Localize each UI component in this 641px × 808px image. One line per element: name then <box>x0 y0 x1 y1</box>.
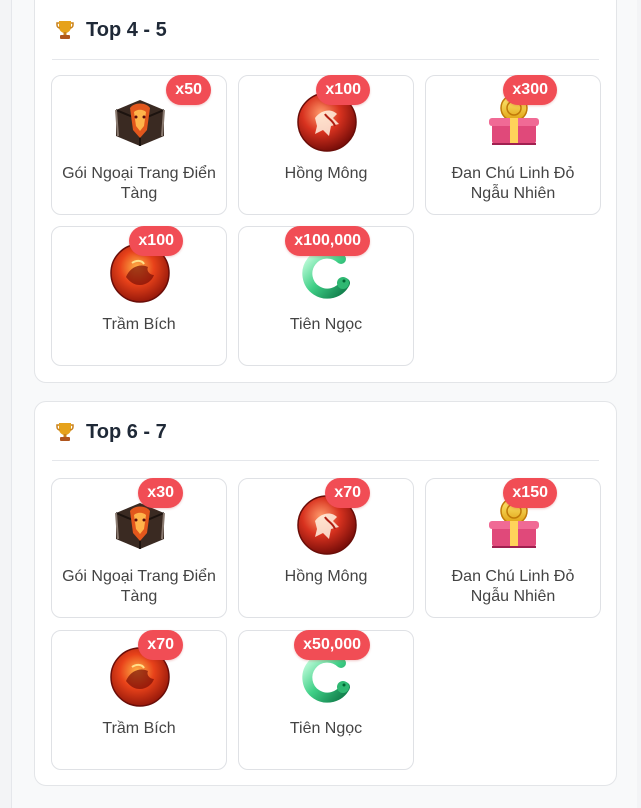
reward-card[interactable]: Trầm Bích x100 <box>51 226 227 366</box>
reward-card[interactable]: Đan Chú Linh Đỏ Ngẫu Nhiên x300 <box>425 75 601 215</box>
reward-card[interactable]: Hồng Mông x100 <box>238 75 414 215</box>
quantity-badge: x30 <box>138 478 183 508</box>
section-header: Top 6 - 7 <box>52 402 599 461</box>
trophy-icon <box>56 423 74 441</box>
reward-card[interactable]: Trầm Bích x70 <box>51 630 227 770</box>
item-name: Đan Chú Linh Đỏ Ngẫu Nhiên <box>451 165 575 202</box>
quantity-badge: x50,000 <box>294 630 370 660</box>
item-name: Gói Ngoại Trang Điển Tàng <box>62 568 216 605</box>
quantity-badge: x150 <box>503 478 557 508</box>
reward-card[interactable]: Hồng Mông x70 <box>238 478 414 618</box>
quantity-badge: x100 <box>316 75 370 105</box>
section-title: Top 6 - 7 <box>86 421 167 443</box>
item-name: Tiên Ngọc <box>289 316 363 333</box>
reward-card[interactable]: Tiên Ngọc x100,000 <box>238 226 414 366</box>
reward-card[interactable]: Đan Chú Linh Đỏ Ngẫu Nhiên x150 <box>425 478 601 618</box>
item-name: Đan Chú Linh Đỏ Ngẫu Nhiên <box>451 568 575 605</box>
item-name: Trầm Bích <box>102 720 176 737</box>
chest-icon <box>115 100 165 146</box>
reward-card[interactable]: Tiên Ngọc x50,000 <box>238 630 414 770</box>
quantity-badge: x100,000 <box>285 226 370 256</box>
reward-card[interactable]: Gói Ngoại Trang Điển Tàng x50 <box>51 75 227 215</box>
section-header: Top 4 - 5 <box>52 0 599 60</box>
item-name: Gói Ngoại Trang Điển Tàng <box>62 165 216 202</box>
item-name: Hồng Mông <box>284 568 368 585</box>
quantity-badge: x100 <box>129 226 183 256</box>
quantity-badge: x50 <box>166 75 211 105</box>
item-name: Trầm Bích <box>102 316 176 333</box>
item-name: Hồng Mông <box>284 165 368 182</box>
reward-tier-section: Top 4 - 5 Gói Ngoại Trang Điển Tàng x50 … <box>34 0 617 383</box>
quantity-badge: x300 <box>503 75 557 105</box>
section-title: Top 4 - 5 <box>86 19 167 41</box>
trophy-icon <box>56 21 74 39</box>
reward-tier-section: Top 6 - 7 Gói Ngoại Trang Điển Tàng x30 … <box>34 401 617 786</box>
item-name: Tiên Ngọc <box>289 720 363 737</box>
quantity-badge: x70 <box>325 478 370 508</box>
quantity-badge: x70 <box>138 630 183 660</box>
reward-card[interactable]: Gói Ngoại Trang Điển Tàng x30 <box>51 478 227 618</box>
